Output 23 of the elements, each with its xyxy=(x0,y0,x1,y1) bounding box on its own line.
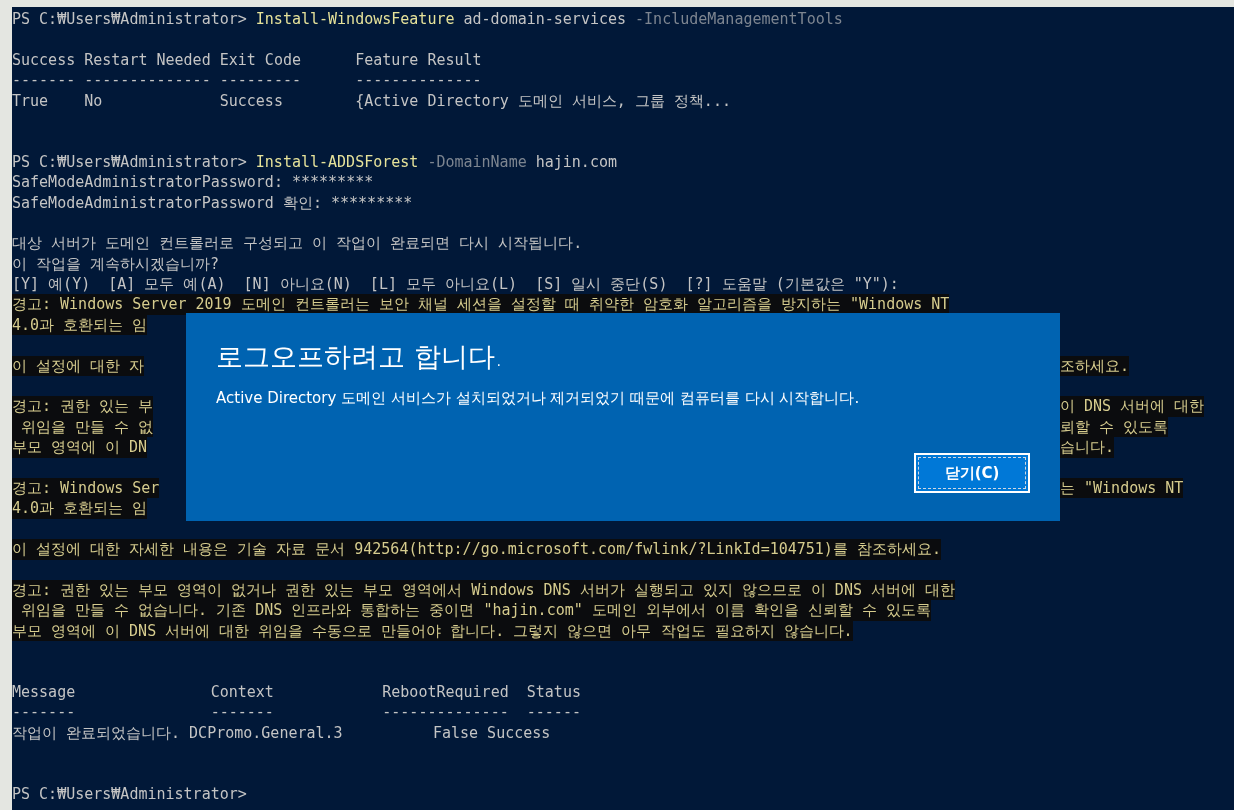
console-output-line: [Y] 예(Y) [A] 모두 예(A) [N] 아니요(N) [L] 모두 아니요(L) [S] 일시 중단(S) [?] 도움말 (기본값은 "Y"): xyxy=(12,274,899,295)
argument-text: ad-domain-services xyxy=(463,9,627,30)
dialog-title: 로그오프하려고 합니다. xyxy=(216,340,505,374)
console-output-line: Message Context RebootRequired Status xyxy=(12,681,581,703)
close-button[interactable]: 닫기(C) xyxy=(914,453,1030,493)
console-output-line: True No Success {Active Directory 도메인 서비스, 그룹 정책... xyxy=(12,90,731,111)
parameter-text: -IncludeManagementTools xyxy=(635,9,843,30)
prompt-text: PS C:₩Users₩Administrator> xyxy=(12,151,247,173)
console-output-line: SafeModeAdministratorPassword 확인: ********* xyxy=(12,192,413,213)
console-output-line: SafeModeAdministratorPassword: ********* xyxy=(12,172,374,193)
console-output-line: ------- ------- -------------- ------ xyxy=(12,702,581,723)
console-output-line: 작업이 완료되었습니다. DCPromo.General.3 False Success xyxy=(12,722,551,744)
argument-text: hajin.com xyxy=(535,151,617,173)
console-output-line: 이 작업을 계속하시겠습니까? xyxy=(12,253,220,275)
console-output-line: Success Restart Needed Exit Code Feature Result xyxy=(12,49,482,71)
console-output-line: 대상 서버가 도메인 컨트롤러로 구성되고 이 작업이 완료되면 다시 시작됩니다. xyxy=(12,233,583,254)
parameter-text: -DomainName xyxy=(427,151,527,173)
command-text: Install-WindowsFeature xyxy=(255,9,455,30)
console-output-line: ------- -------------- --------- -------------- xyxy=(12,70,482,91)
prompt-text: PS C:₩Users₩Administrator> xyxy=(12,9,247,30)
console-output-line: PS C:₩Users₩Administrator> xyxy=(12,783,247,805)
command-text: Install-ADDSForest xyxy=(255,151,419,173)
dialog-message: Active Directory 도메인 서비스가 설치되었거나 제거되었기 때문에 컴퓨터를 다시 시작합니다. xyxy=(216,389,861,408)
